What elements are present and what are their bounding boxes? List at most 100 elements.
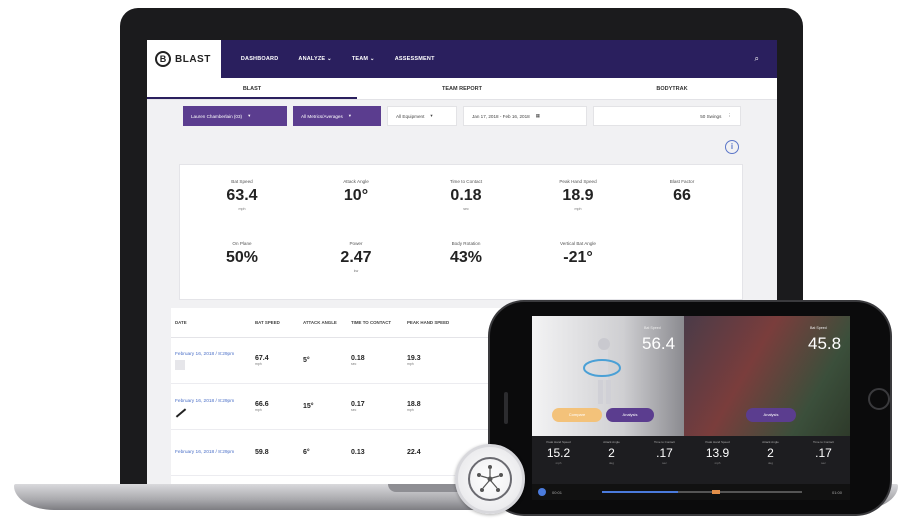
scrub-track[interactable] [602,490,802,494]
metric-unit: sec [463,207,469,211]
info-icon[interactable]: i [725,140,739,154]
metric-unit: mph [574,207,582,211]
cell-peak-hand-speed: 18.8 mph [407,401,463,412]
metric-value: 50% [225,249,259,266]
metric-value: 10° [343,187,369,204]
cell-bat-speed: 66.6 mph [255,401,303,412]
cell-bat-speed: 59.8 [255,449,269,456]
metric-value: -21° [563,249,593,266]
blast-logo[interactable]: B BLAST [147,40,221,78]
equipment-select[interactable]: All Equipment ▾ [387,106,457,126]
stat-value: 2 [767,446,774,460]
date-range-picker[interactable]: Jan 17, 2018 - Feb 16, 2018 ▦ [463,106,587,126]
metric-value: 2.47 [340,249,372,266]
metric-value: 63.4 [226,187,258,204]
metrics-summary-card: Bat Speed 63.4 mph Attack Angle 10° Time… [179,164,743,300]
cell-value: 18.8 [407,401,421,408]
metric-label: Attack Angle [343,179,369,184]
tab-team-report[interactable]: TEAM REPORT [357,78,567,99]
row-date-text[interactable]: February 16, 2018 / 8:29pm [175,450,234,455]
analysis-button-right[interactable]: Analysis [746,408,796,422]
col-time-to-contact[interactable]: TIME TO CONTACT [351,320,407,325]
metric-value: 18.9 [562,187,594,204]
chevron-down-icon: ▾ [348,113,352,118]
video-scrubber[interactable]: 00:01 01:00 [532,484,850,500]
left-metric-value: 56.4 [642,334,676,353]
stat-label: Attack Angle [603,440,620,444]
metric-unit: mph [238,207,246,211]
date-range-value: Jan 17, 2018 - Feb 16, 2018 [472,113,530,119]
nav-assessment[interactable]: ASSESSMENT [395,56,435,62]
phone-stat: Peak Hand Speed 15.2 mph [532,436,585,484]
swings-count[interactable]: 50 Swings ⋮ [593,106,741,126]
stat-label: Time to Contact [653,440,676,444]
metric-label: Blast Factor [669,179,695,184]
calendar-icon: ▦ [535,113,541,118]
swings-count-value: 50 Swings [700,113,722,119]
row-date[interactable]: February 16, 2018 / 8:29pm [171,450,255,456]
phone-home-button [868,388,890,410]
metric-on-plane: On Plane 50% [190,241,294,267]
swing-video-left[interactable]: Bat Speed 56.4 Compare Analysis [532,316,684,436]
stat-unit: mph [555,461,562,465]
cell-value: 19.3 [407,355,421,362]
col-date[interactable]: DATE [171,320,255,325]
cell-value: 67.4 [255,355,269,362]
stat-value: 13.9 [705,446,730,460]
top-nav: B BLAST DASHBOARD ANALYZE ⌄ TEAM ⌄ ASSES… [147,40,777,78]
metric-peak-hand-speed: Peak Hand Speed 18.9 mph [526,179,630,211]
tab-blast[interactable]: BLAST [147,78,357,99]
metric-attack-angle: Attack Angle 10° [304,179,408,205]
scrub-progress [602,491,678,493]
row-date-text[interactable]: February 16, 2018 / 8:29pm [175,352,234,357]
metric-label: Power [349,241,363,246]
cell-attack-angle: 5° [303,357,310,364]
stat-unit: sec [821,461,826,465]
metrics-select[interactable]: All Metrics/Averages ▾ [293,106,381,126]
metric-label: Bat Speed [231,179,253,184]
swing-video-right[interactable]: Bat Speed 45.8 Analysis [684,316,850,436]
stat-unit: sec [662,461,667,465]
stat-value: 15.2 [546,446,571,460]
compare-button[interactable]: Compare [552,408,602,422]
cell-bat-speed: 67.4 mph [255,355,303,366]
row-date[interactable]: February 16, 2018 / 8:29pm [171,352,255,370]
logo-text: BLAST [175,53,211,65]
stat-value: 2 [608,446,615,460]
left-metric-label: Bat Speed [644,326,661,330]
analysis-button-left[interactable]: Analysis [606,408,654,422]
smartphone: Bat Speed 56.4 Compare Analysis Bat Spee… [490,302,890,514]
report-tabs: BLAST TEAM REPORT BODYTRAK [147,78,777,100]
stat-unit: deg [608,461,614,465]
metric-blast-factor: Blast Factor 66 [630,179,734,205]
cell-unit: mph [255,362,262,366]
cell-time-to-contact: 0.17 sec [351,401,407,412]
metric-time-to-contact: Time to Contact 0.18 sec [414,179,518,211]
metric-value: 43% [449,249,483,266]
swing-thumbnail [175,359,185,370]
scrub-marker[interactable] [712,490,721,494]
cell-value: 0.17 [351,401,365,408]
row-date[interactable]: February 16, 2018 / 8:29pm [171,399,255,418]
row-date-text[interactable]: February 16, 2018 / 8:29pm [175,399,234,404]
metric-value: 66 [673,187,691,204]
play-icon[interactable] [538,488,546,496]
filter-bar: Lauren Chamberlain (03) ▾ All Metrics/Ave… [183,106,743,128]
product-mockup: B BLAST DASHBOARD ANALYZE ⌄ TEAM ⌄ ASSES… [0,0,911,527]
col-peak-hand-speed[interactable]: PEAK HAND SPEED [407,320,463,325]
stat-unit: mph [714,461,721,465]
stat-unit: deg [767,461,773,465]
tab-bodytrak[interactable]: BODYTRAK [567,78,777,99]
col-attack-angle[interactable]: ATTACK ANGLE [303,320,351,325]
metric-value: 0.18 [450,187,482,204]
player-select[interactable]: Lauren Chamberlain (03) ▾ [183,106,287,126]
col-bat-speed[interactable]: BAT SPEED [255,320,303,325]
search-icon[interactable]: ⌕ [755,54,759,64]
phone-stat: Time to Contact .17 sec [638,436,691,484]
metric-label: On Plane [232,241,252,246]
nav-analyze[interactable]: ANALYZE ⌄ [298,56,331,62]
nav-team[interactable]: TEAM ⌄ [352,56,375,62]
nav-dashboard[interactable]: DASHBOARD [241,56,279,62]
stat-value: .17 [656,446,673,460]
chevron-down-icon: ▾ [430,113,433,118]
